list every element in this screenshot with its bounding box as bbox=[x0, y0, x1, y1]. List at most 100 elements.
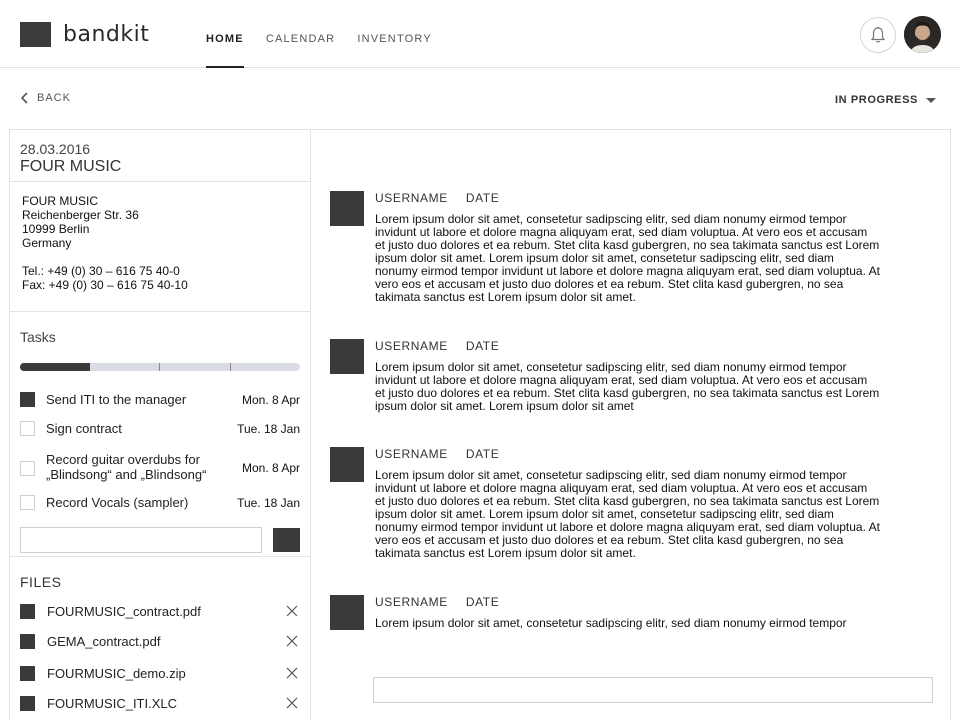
task-checkbox[interactable] bbox=[20, 421, 35, 436]
top-bar: bandkit HOME CALENDAR INVENTORY bbox=[0, 0, 960, 68]
close-icon[interactable] bbox=[286, 605, 298, 617]
comment-text: Lorem ipsum dolor sit amet, consetetur s… bbox=[375, 469, 935, 560]
comment-line: takimata sanctus est Lorem ipsum dolor s… bbox=[375, 546, 636, 560]
nav-inventory[interactable]: INVENTORY bbox=[357, 0, 432, 68]
comment-date: DATE bbox=[465, 447, 500, 461]
task-item[interactable]: Send ITI to the manager Mon. 8 Apr bbox=[20, 392, 300, 407]
notifications-button[interactable] bbox=[860, 17, 896, 53]
close-icon[interactable] bbox=[286, 635, 298, 647]
comment-date: DATE bbox=[465, 339, 500, 353]
comment-username: USERNAME bbox=[375, 447, 448, 461]
comment-line: takimata sanctus est Lorem ipsum dolor s… bbox=[375, 290, 636, 304]
tasks-section: Tasks Send ITI to the manager Mon. 8 Apr… bbox=[10, 312, 310, 557]
contact-address: FOUR MUSIC Reichenberger Str. 36 10999 B… bbox=[10, 182, 310, 312]
comment-username: USERNAME bbox=[375, 191, 448, 205]
main-nav: HOME CALENDAR INVENTORY bbox=[206, 0, 454, 68]
chevron-left-icon bbox=[20, 92, 28, 104]
file-item[interactable]: FOURMUSIC_demo.zip bbox=[20, 665, 300, 681]
address-line: FOUR MUSIC bbox=[22, 194, 98, 208]
comment-line: ipsum dolor sit amet. Lorem ipsum dolor … bbox=[375, 399, 634, 413]
task-checkbox[interactable] bbox=[20, 460, 35, 476]
comment-meta: USERNAME DATE bbox=[375, 339, 517, 353]
task-label: Sign contract bbox=[46, 421, 122, 436]
task-date: Tue. 18 Jan bbox=[237, 421, 300, 436]
comment-date: DATE bbox=[465, 191, 500, 205]
task-date: Mon. 8 Apr bbox=[241, 392, 300, 407]
comment-meta: USERNAME DATE bbox=[375, 595, 517, 609]
task-date: Mon. 8 Apr bbox=[241, 461, 300, 475]
avatar-portrait bbox=[904, 16, 941, 53]
comment-avatar bbox=[330, 595, 364, 630]
fax-number: Fax: +49 (0) 30 – 616 75 40-10 bbox=[22, 278, 188, 292]
close-icon[interactable] bbox=[286, 667, 298, 679]
comment-date: DATE bbox=[465, 595, 500, 609]
event-details-panel: 28.03.2016 FOUR MUSIC FOUR MUSIC Reichen… bbox=[9, 129, 311, 720]
file-icon bbox=[20, 603, 35, 619]
event-date: 28.03.2016 bbox=[20, 141, 91, 157]
user-avatar[interactable] bbox=[904, 16, 941, 53]
file-name: FOURMUSIC_ITI.XLC bbox=[47, 695, 178, 711]
file-item[interactable]: FOURMUSIC_contract.pdf bbox=[20, 603, 300, 619]
status-label: IN PROGRESS bbox=[834, 94, 918, 106]
file-icon bbox=[20, 665, 35, 681]
comment: USERNAME DATE Lorem ipsum dolor sit amet,… bbox=[330, 595, 932, 635]
comment-avatar bbox=[330, 339, 364, 374]
task-checkbox[interactable] bbox=[20, 495, 35, 510]
new-task-input[interactable] bbox=[20, 527, 262, 553]
comment-text: Lorem ipsum dolor sit amet, consetetur s… bbox=[375, 213, 935, 304]
add-task-button[interactable] bbox=[273, 528, 300, 552]
back-button[interactable]: BACK bbox=[20, 92, 71, 104]
nav-calendar[interactable]: CALENDAR bbox=[266, 0, 336, 68]
file-item[interactable]: FOURMUSIC_ITI.XLC bbox=[20, 695, 300, 711]
logo-mark bbox=[20, 22, 51, 47]
close-icon[interactable] bbox=[286, 697, 298, 709]
comment: USERNAME DATE Lorem ipsum dolor sit amet,… bbox=[330, 447, 932, 567]
task-label-line: „Blindsong“ and „Blindsong“ bbox=[46, 467, 207, 482]
task-item[interactable]: Record guitar overdubs for „Blindsong“ a… bbox=[20, 452, 300, 483]
address-line: Germany bbox=[22, 236, 72, 250]
file-name: FOURMUSIC_demo.zip bbox=[47, 665, 186, 681]
event-company: FOUR MUSIC bbox=[20, 158, 122, 175]
comment-username: USERNAME bbox=[375, 339, 448, 353]
task-item[interactable]: Sign contract Tue. 18 Jan bbox=[20, 421, 300, 436]
comments-panel: USERNAME DATE Lorem ipsum dolor sit amet,… bbox=[310, 129, 951, 720]
task-label: Send ITI to the manager bbox=[46, 392, 187, 407]
back-label: BACK bbox=[37, 92, 71, 104]
file-item[interactable]: GEMA_contract.pdf bbox=[20, 633, 300, 649]
comment: USERNAME DATE Lorem ipsum dolor sit amet,… bbox=[330, 191, 932, 311]
comment-username: USERNAME bbox=[375, 595, 448, 609]
comment-text: Lorem ipsum dolor sit amet, consetetur s… bbox=[375, 361, 935, 413]
comment: USERNAME DATE Lorem ipsum dolor sit amet,… bbox=[330, 339, 932, 419]
nav-home[interactable]: HOME bbox=[206, 0, 244, 68]
tasks-progress-bar bbox=[20, 363, 300, 371]
tasks-title: Tasks bbox=[20, 329, 56, 345]
address-line: Reichenberger Str. 36 bbox=[22, 208, 139, 222]
address-gap bbox=[22, 250, 298, 264]
caret-down-icon bbox=[926, 97, 936, 103]
new-task-row bbox=[20, 527, 300, 553]
progress-fill bbox=[20, 363, 90, 371]
comment-line: Lorem ipsum dolor sit amet, consetetur s… bbox=[375, 616, 847, 630]
progress-tick bbox=[159, 363, 160, 371]
task-item[interactable]: Record Vocals (sampler) Tue. 18 Jan bbox=[20, 495, 300, 510]
comment-avatar bbox=[330, 447, 364, 482]
file-name: FOURMUSIC_contract.pdf bbox=[47, 603, 201, 619]
task-date: Tue. 18 Jan bbox=[237, 495, 300, 510]
comment-meta: USERNAME DATE bbox=[375, 191, 517, 205]
comment-meta: USERNAME DATE bbox=[375, 447, 517, 461]
file-icon bbox=[20, 695, 35, 711]
status-dropdown[interactable]: IN PROGRESS bbox=[835, 94, 936, 106]
progress-tick bbox=[230, 363, 231, 371]
phone-number: Tel.: +49 (0) 30 – 616 75 40-0 bbox=[22, 264, 180, 278]
comment-text: Lorem ipsum dolor sit amet, consetetur s… bbox=[375, 617, 935, 630]
event-header: 28.03.2016 FOUR MUSIC bbox=[10, 130, 310, 182]
task-checkbox[interactable] bbox=[20, 392, 35, 407]
bell-icon bbox=[870, 26, 886, 43]
app-name: bandkit bbox=[63, 22, 150, 47]
reply-input[interactable] bbox=[373, 677, 933, 703]
task-label-line: Record guitar overdubs for bbox=[46, 452, 200, 467]
file-name: GEMA_contract.pdf bbox=[47, 633, 161, 649]
address-line: 10999 Berlin bbox=[22, 222, 90, 236]
task-label: Record Vocals (sampler) bbox=[46, 495, 189, 510]
file-icon bbox=[20, 633, 35, 649]
